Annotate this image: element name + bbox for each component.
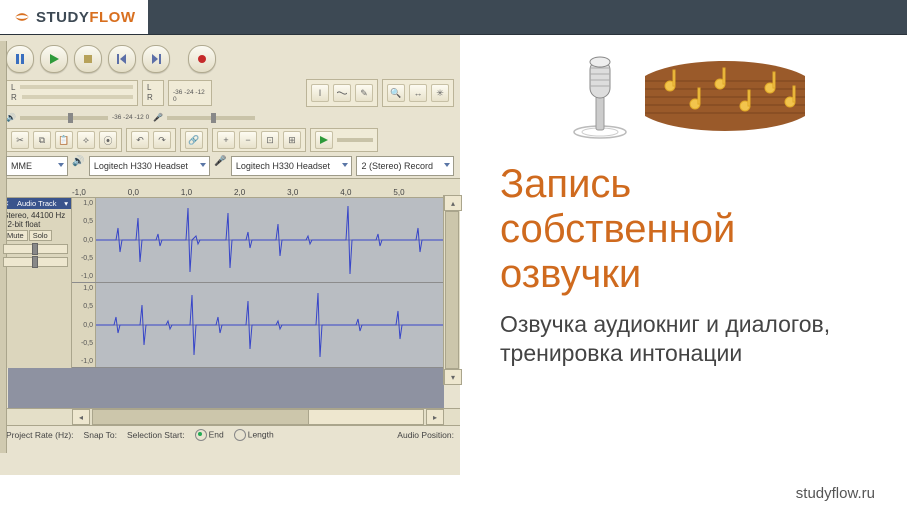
skip-end-button[interactable] — [142, 45, 170, 73]
volume-row: 🔊 -36 -24 -12 0 🎤 — [0, 111, 460, 126]
host-select[interactable]: MME — [6, 156, 68, 176]
fit-project-icon[interactable]: ⊞ — [283, 131, 301, 149]
pan-slider[interactable] — [3, 257, 68, 267]
selection-label: Selection Start: — [127, 430, 185, 440]
slide-subtitle: Озвучка аудиокниг и диалогов, тренировка… — [500, 310, 877, 368]
play-button[interactable] — [40, 45, 68, 73]
logo: STUDYFLOW — [0, 0, 148, 34]
tools-toolbar-2: 🔍 ↔ ✳ — [382, 79, 454, 107]
channels-select[interactable]: 2 (Stereo) Record — [356, 156, 454, 176]
end-radio[interactable]: End — [195, 429, 224, 441]
edit-toolbars: ✂⧉📋⟡⦿ ↶↷ 🔗 +−⊡⊞ — [0, 126, 460, 154]
draw-tool-icon[interactable]: ✎ — [355, 84, 373, 102]
tools-toolbar: I ✎ — [306, 79, 378, 107]
sync-lock-icon[interactable]: 🔗 — [185, 131, 203, 149]
status-bar: Project Rate (Hz): Snap To: Selection St… — [0, 425, 460, 444]
track-menu-icon[interactable]: ▾ — [64, 199, 68, 208]
slide-title: Запись собственной озвучки — [500, 162, 877, 296]
cut-icon[interactable]: ✂ — [11, 131, 29, 149]
speaker-icon: 🔊 — [72, 156, 84, 176]
track-format: Stereo, 44100 Hz — [3, 211, 68, 220]
audacity-screenshot: L R L R -36 -24 -12 0 I ✎ 🔍 ↔ ✳ 🔊 — [0, 35, 460, 475]
meter-ticks: -36 -24 -12 0 — [168, 80, 212, 106]
slide-text: Запись собственной озвучки Озвучка аудио… — [460, 35, 907, 475]
waveform-right — [96, 283, 456, 367]
app-header: STUDYFLOW — [0, 0, 907, 35]
input-volume-slider[interactable] — [167, 116, 255, 120]
silence-icon[interactable]: ⦿ — [99, 131, 117, 149]
scroll-right-icon[interactable]: ▸ — [426, 409, 444, 425]
output-device-select[interactable]: Logitech H330 Headset — [89, 156, 211, 176]
timeshift-tool-icon[interactable]: ↔ — [409, 84, 427, 102]
playback-meter: L R — [6, 80, 138, 106]
timeline-ruler[interactable]: -1,00,01,02,03,04,05,0 — [0, 178, 460, 198]
undo-icon[interactable]: ↶ — [131, 131, 149, 149]
play-at-speed-icon[interactable] — [315, 131, 333, 149]
microphone-illustration — [500, 46, 877, 146]
selection-tool-icon[interactable]: I — [311, 84, 329, 102]
envelope-tool-icon[interactable] — [333, 84, 351, 102]
scroll-thumb[interactable] — [93, 410, 309, 424]
copy-icon[interactable]: ⧉ — [33, 131, 51, 149]
waveform-area[interactable]: 1,00,50,0-0,5-1,0 1,00,50,0-0,5-1,0 — [72, 198, 460, 368]
mic-icon: 🎤 — [153, 113, 163, 122]
length-radio[interactable]: Length — [234, 429, 274, 441]
horizontal-scrollbar[interactable]: ◂ ▸ — [0, 408, 460, 425]
microphone-icon — [568, 52, 632, 140]
fit-selection-icon[interactable]: ⊡ — [261, 131, 279, 149]
vertical-scale: 1,00,50,0-0,5-1,0 — [72, 283, 96, 367]
paste-icon[interactable]: 📋 — [55, 131, 73, 149]
output-volume-slider[interactable] — [20, 116, 108, 120]
record-button[interactable] — [188, 45, 216, 73]
music-notes-icon — [640, 56, 810, 136]
scroll-left-icon[interactable]: ◂ — [72, 409, 90, 425]
speaker-icon: 🔊 — [6, 113, 16, 122]
logo-icon — [12, 7, 32, 27]
footer-url: studyflow.ru — [796, 485, 875, 502]
track-depth: 32-bit float — [3, 220, 68, 229]
waveform-left — [96, 198, 456, 282]
zoom-tool-icon[interactable]: 🔍 — [387, 84, 405, 102]
input-device-select[interactable]: Logitech H330 Headset — [231, 156, 353, 176]
device-toolbar: MME 🔊 Logitech H330 Headset 🎤 Logitech H… — [0, 154, 460, 178]
audio-position-label: Audio Position: — [397, 430, 454, 440]
vertical-scrollbar[interactable]: ▴ ▾ — [443, 195, 460, 385]
multi-tool-icon[interactable]: ✳ — [431, 84, 449, 102]
trim-icon[interactable]: ⟡ — [77, 131, 95, 149]
vertical-scale: 1,00,50,0-0,5-1,0 — [72, 198, 96, 282]
rate-label: Project Rate (Hz): — [6, 430, 74, 440]
meters-row: L R L R -36 -24 -12 0 I ✎ 🔍 ↔ ✳ — [0, 77, 460, 111]
tracks-area: ✕Audio Track▾ Stereo, 44100 Hz 32-bit fl… — [0, 198, 460, 368]
empty-track-area — [8, 368, 444, 408]
skip-start-button[interactable] — [108, 45, 136, 73]
zoom-in-icon[interactable]: + — [217, 131, 235, 149]
mic-icon: 🎤 — [214, 156, 226, 176]
speed-slider[interactable] — [337, 138, 373, 142]
gain-slider[interactable] — [3, 244, 68, 254]
stop-button[interactable] — [74, 45, 102, 73]
transport-toolbar — [0, 41, 460, 77]
snap-label: Snap To: — [84, 430, 117, 440]
redo-icon[interactable]: ↷ — [153, 131, 171, 149]
zoom-out-icon[interactable]: − — [239, 131, 257, 149]
logo-text: STUDYFLOW — [36, 9, 136, 26]
track-control-panel[interactable]: ✕Audio Track▾ Stereo, 44100 Hz 32-bit fl… — [0, 198, 72, 368]
playback-meter-icon: L R — [142, 80, 164, 106]
solo-button[interactable]: Solo — [29, 230, 52, 241]
pause-button[interactable] — [6, 45, 34, 73]
footer: studyflow.ru — [0, 475, 907, 510]
